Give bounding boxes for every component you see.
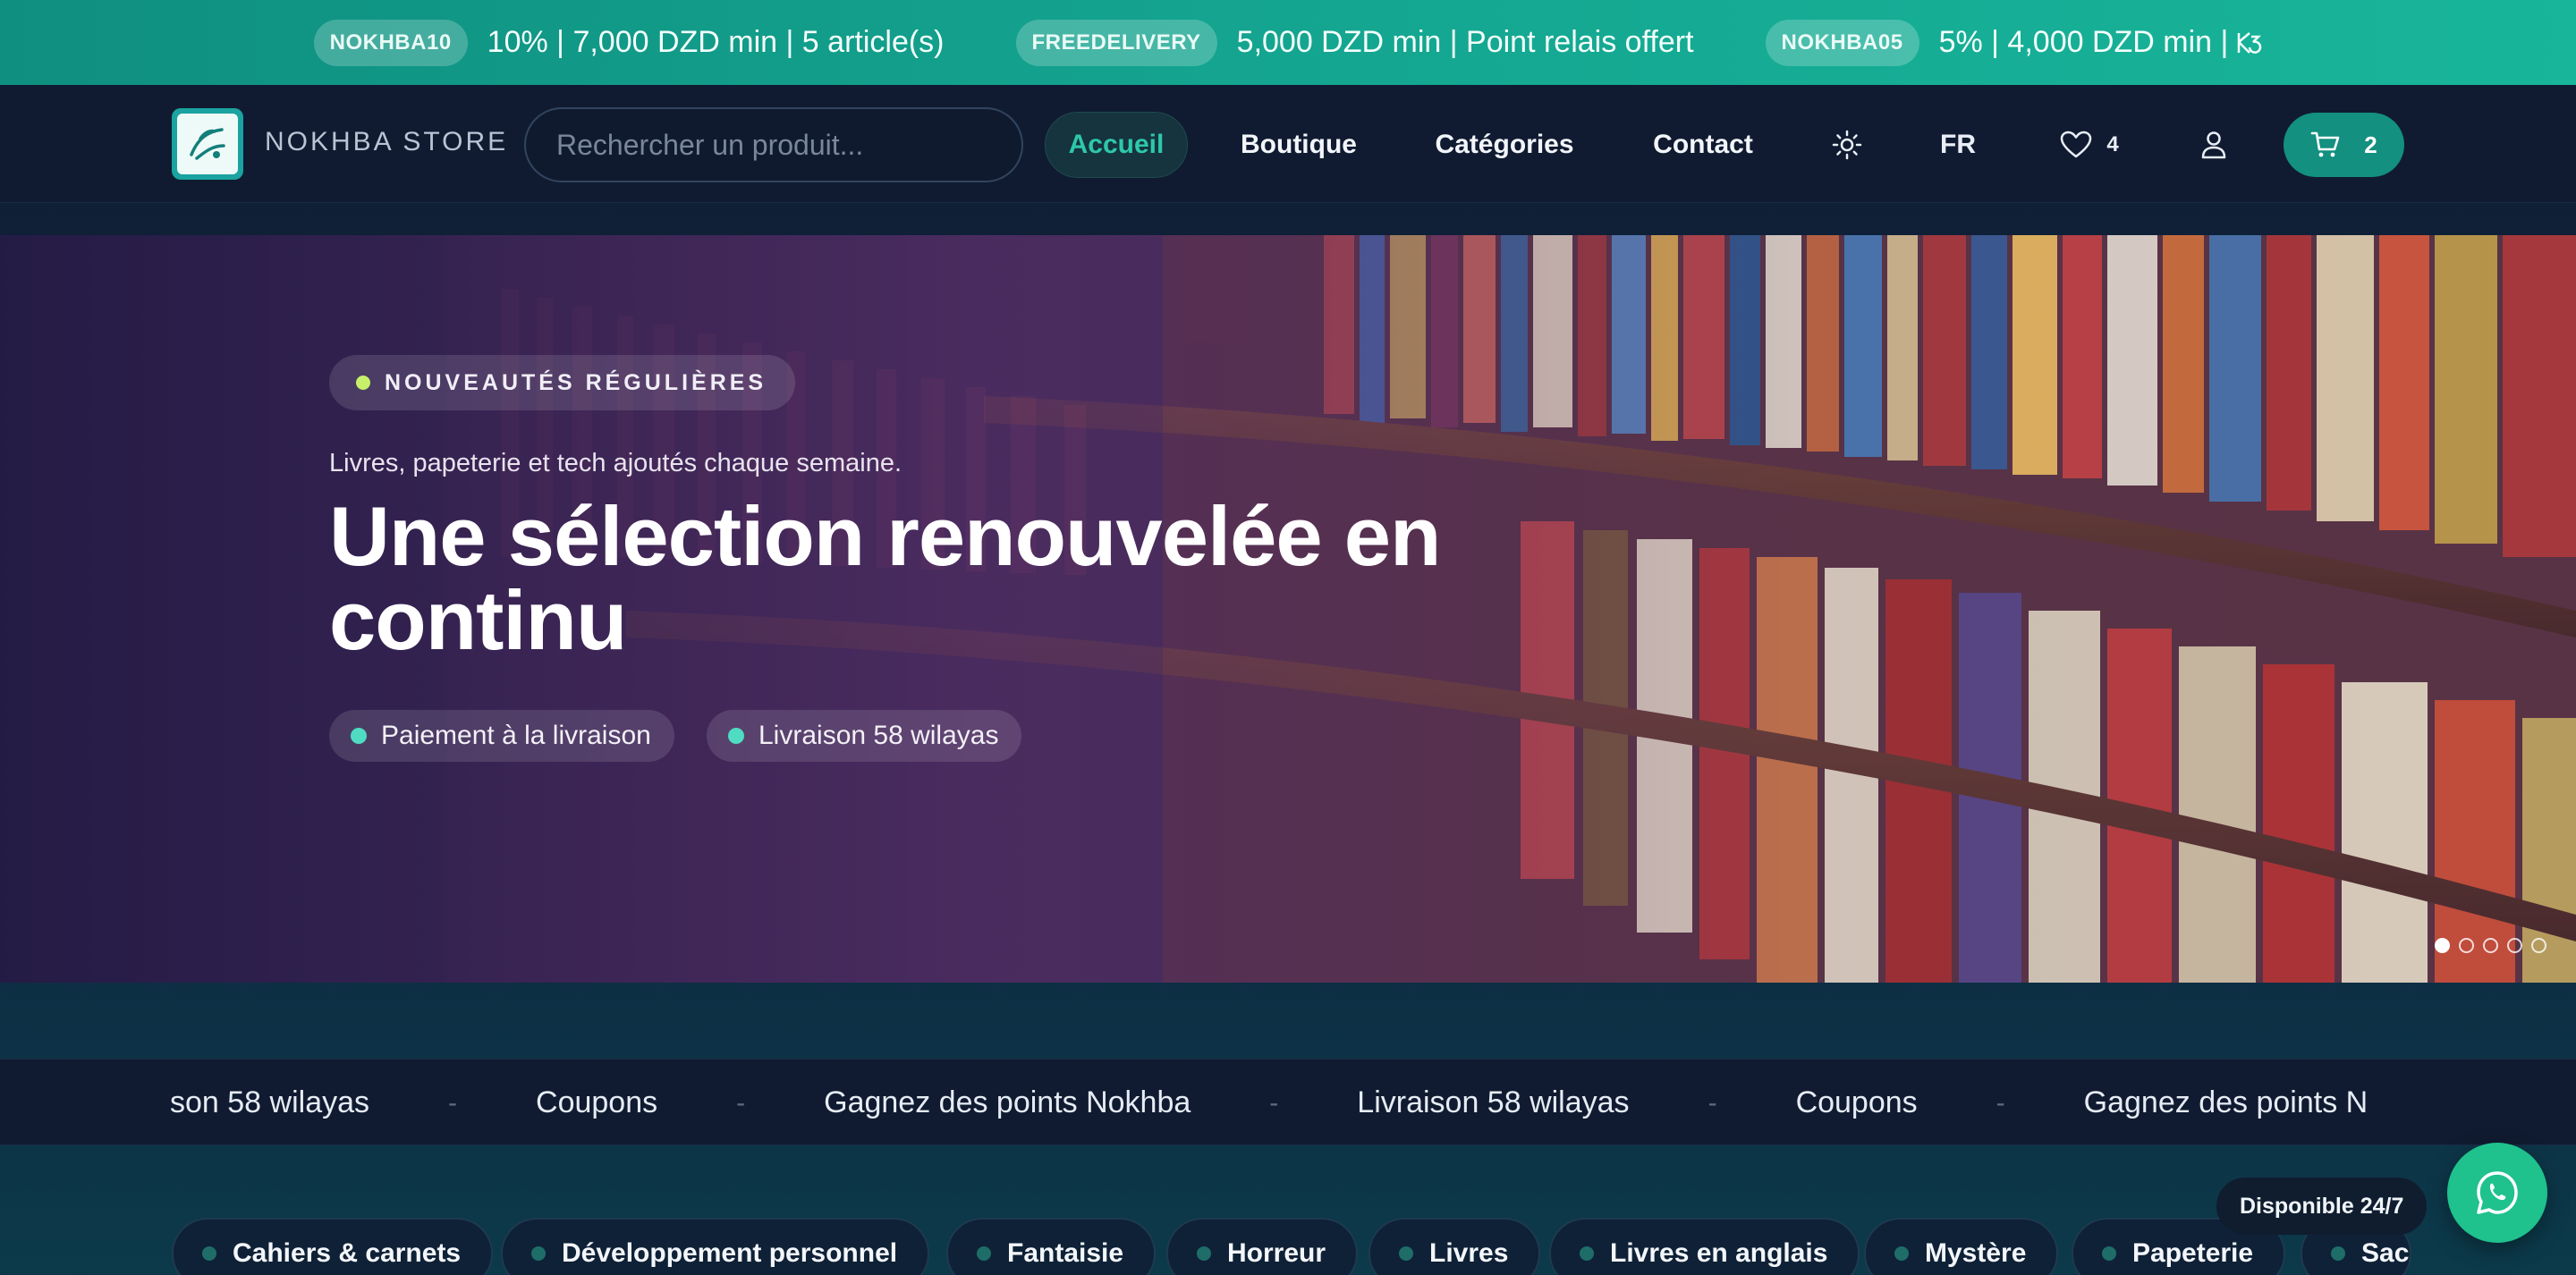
nav-home[interactable]: Accueil: [1045, 112, 1188, 178]
category-chip[interactable]: Horreur: [1166, 1218, 1359, 1275]
carousel-dot[interactable]: [2507, 938, 2522, 953]
ticker-separator: -: [736, 1087, 746, 1118]
category-chip[interactable]: Développement personnel: [501, 1218, 930, 1275]
category-label: Cahiers & carnets: [233, 1238, 462, 1268]
promo-item[interactable]: NOKHBA05 5% | 4,000 DZD min |: [1765, 19, 2263, 66]
promo-code: NOKHBA10: [313, 19, 468, 66]
calligraphy-icon: [190, 128, 225, 160]
category-label: Horreur: [1227, 1238, 1326, 1268]
category-dot-icon: [1894, 1246, 1909, 1261]
nav-categories[interactable]: Catégories: [1422, 112, 1587, 178]
chip-dot-icon: [728, 728, 744, 744]
category-chip[interactable]: Cahiers & carnets: [172, 1218, 494, 1275]
theme-toggle-button[interactable]: [1825, 112, 1869, 178]
ticker-item: Gagnez des points Nokhba: [824, 1085, 1191, 1119]
category-dot-icon: [1399, 1246, 1413, 1261]
nav-shop[interactable]: Boutique: [1227, 112, 1370, 178]
category-chip[interactable]: Livres: [1368, 1218, 1541, 1275]
ticker-item: Coupons: [1795, 1085, 1918, 1119]
category-dot-icon: [2102, 1246, 2116, 1261]
hero-subtitle: Livres, papeterie et tech ajoutés chaque…: [329, 449, 902, 477]
promo-text: 5,000 DZD min | Point relais offert: [1236, 25, 1694, 59]
account-button[interactable]: [2191, 112, 2236, 178]
logo[interactable]: [172, 108, 243, 180]
sun-icon: [1832, 130, 1862, 160]
hero-badge-label: NOUVEAUTÉS RÉGULIÈRES: [385, 369, 767, 395]
category-label: Papeterie: [2132, 1238, 2254, 1268]
category-dot-icon: [202, 1246, 216, 1261]
promo-bar: NOKHBA10 10% | 7,000 DZD min | 5 article…: [0, 0, 2576, 85]
category-chip[interactable]: Mystère: [1864, 1218, 2059, 1275]
whatsapp-icon: [2477, 1171, 2518, 1214]
hero-title: Une sélection renouvelée en continu: [329, 489, 1441, 667]
category-chip[interactable]: Fantaisie: [946, 1218, 1157, 1275]
hero-chip-label: Livraison 58 wilayas: [758, 721, 999, 750]
cart-button[interactable]: 2: [2284, 113, 2404, 177]
ticker-track: son 58 wilayas - Coupons - Gagnez des po…: [170, 1060, 2406, 1144]
search-input[interactable]: [524, 107, 1023, 182]
ticker-separator: -: [448, 1087, 458, 1118]
carousel-dot[interactable]: [2459, 938, 2474, 953]
category-chip[interactable]: Livres en anglais: [1549, 1218, 1860, 1275]
wishlist-count: 4: [2106, 132, 2119, 156]
category-dot-icon: [1580, 1246, 1594, 1261]
hero-feature-chip: Paiement à la livraison: [329, 710, 674, 762]
category-label: Livres: [1429, 1238, 1509, 1268]
nav-contact[interactable]: Contact: [1640, 112, 1766, 178]
hero-feature-chip: Livraison 58 wilayas: [707, 710, 1022, 762]
promo-item[interactable]: NOKHBA10 10% | 7,000 DZD min | 5 article…: [313, 19, 945, 66]
badge-dot-icon: [356, 376, 370, 390]
carousel-dot[interactable]: [2483, 938, 2498, 953]
logo-mark-icon: [177, 114, 238, 174]
user-icon: [2201, 131, 2226, 159]
chip-dot-icon: [351, 728, 367, 744]
ticker-item: Livraison 58 wilayas: [1357, 1085, 1630, 1119]
ticker-item: Gagnez des points N: [2083, 1085, 2368, 1119]
cart-count: 2: [2364, 131, 2377, 158]
ticker-item: Coupons: [536, 1085, 658, 1119]
category-label: Fantaisie: [1007, 1238, 1124, 1268]
brand-name[interactable]: NOKHBA STORE: [265, 127, 508, 157]
category-label: Développement personnel: [562, 1238, 898, 1268]
carousel-pagination: [2435, 938, 2546, 953]
category-label: Sac: [2361, 1238, 2410, 1268]
promo-item[interactable]: FREEDELIVERY 5,000 DZD min | Point relai…: [1015, 19, 1694, 66]
ticker-separator: -: [1269, 1087, 1279, 1118]
ticker-separator: -: [1707, 1087, 1717, 1118]
cart-icon: [2310, 131, 2340, 157]
currency-icon: [2238, 32, 2262, 54]
category-dot-icon: [531, 1246, 546, 1261]
language-selector[interactable]: FR: [1936, 112, 1980, 178]
category-dot-icon: [1197, 1246, 1211, 1261]
promo-text: 10% | 7,000 DZD min | 5 article(s): [487, 25, 945, 59]
category-label: Mystère: [1925, 1238, 2027, 1268]
hero-chip-label: Paiement à la livraison: [381, 721, 651, 750]
site-header: NOKHBA STORE Accueil Boutique Catégories…: [0, 85, 2576, 203]
promo-text-value: 5% | 4,000 DZD min |: [1938, 25, 2229, 59]
promo-text: 5% | 4,000 DZD min |: [1939, 25, 2263, 60]
ticker-item: son 58 wilayas: [170, 1085, 370, 1119]
category-dot-icon: [977, 1246, 991, 1261]
promo-code: NOKHBA05: [1765, 19, 1919, 66]
info-ticker: son 58 wilayas - Coupons - Gagnez des po…: [0, 1059, 2576, 1145]
category-dot-icon: [2331, 1246, 2345, 1261]
promo-code: FREEDELIVERY: [1015, 19, 1217, 66]
hero-badge: NOUVEAUTÉS RÉGULIÈRES: [329, 355, 796, 410]
whatsapp-availability-label[interactable]: Disponible 24/7: [2216, 1178, 2428, 1235]
wishlist-button[interactable]: 4: [2052, 112, 2127, 178]
category-label: Livres en anglais: [1610, 1238, 1828, 1268]
ticker-separator: -: [1996, 1087, 2005, 1118]
carousel-dot[interactable]: [2531, 938, 2546, 953]
heart-icon: [2061, 131, 2092, 158]
whatsapp-button[interactable]: [2447, 1143, 2547, 1243]
hero-banner: NOUVEAUTÉS RÉGULIÈRES Livres, papeterie …: [0, 235, 2576, 983]
carousel-dot[interactable]: [2435, 938, 2450, 953]
